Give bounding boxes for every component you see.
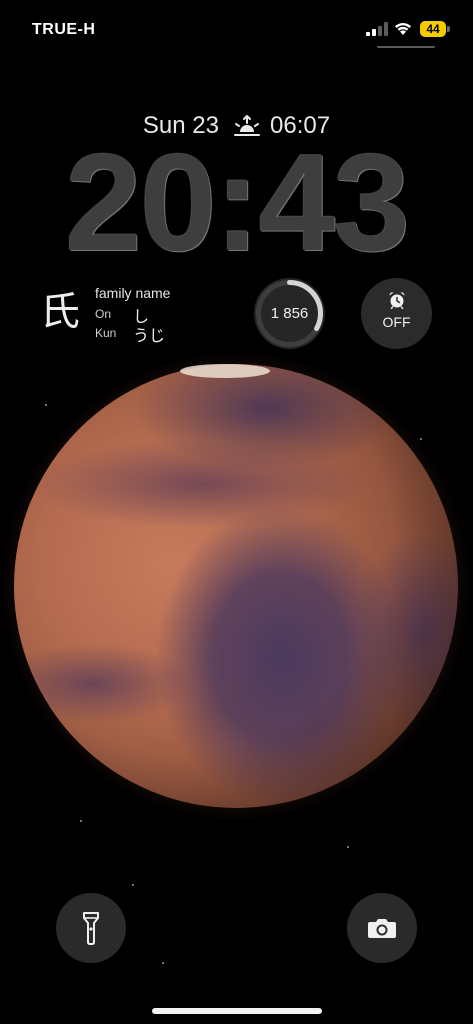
star [80,820,82,822]
star [347,846,349,848]
mars-polar-cap [180,364,270,378]
signal-icon [366,22,388,36]
star [420,438,422,440]
star [132,884,134,886]
status-bar: TRUE-H 44 [0,0,473,60]
carrier-name: TRUE-H [32,21,96,38]
battery-level: 44 [420,21,446,37]
on-reading-row: On し [95,307,149,326]
alarm-widget[interactable]: OFF [361,278,432,349]
kanji-meaning: family name [95,285,171,301]
camera-button[interactable] [347,893,417,963]
home-indicator[interactable] [152,1008,322,1014]
battery-indicator: 44 [420,21,451,37]
control-center-handle[interactable] [377,46,435,48]
flashlight-icon [83,912,99,945]
camera-icon [368,919,396,938]
star [162,962,164,964]
steps-widget[interactable]: 1 856 [254,278,325,349]
kun-reading-label: Kun [95,326,117,340]
alarm-status: OFF [382,314,411,330]
mars-planet-shading [14,364,458,808]
lock-screen: TRUE-H 44 Sun 23 06:07 20:43 氏 family na… [0,0,473,1024]
kun-reading-row: Kun うじ [95,326,165,345]
alarm-clock-icon [389,292,405,309]
flashlight-button[interactable] [56,893,126,963]
star [45,404,47,406]
battery-cap [447,26,450,32]
kun-reading-value: うじ [133,326,166,345]
wifi-icon [395,23,411,35]
kanji-widget[interactable]: 氏 family name On し Kun うじ [40,284,240,345]
steps-count: 1 856 [270,305,309,322]
lock-screen-clock: 20:43 [65,126,410,280]
kanji-character: 氏 [40,289,80,335]
on-reading-label: On [95,307,112,321]
